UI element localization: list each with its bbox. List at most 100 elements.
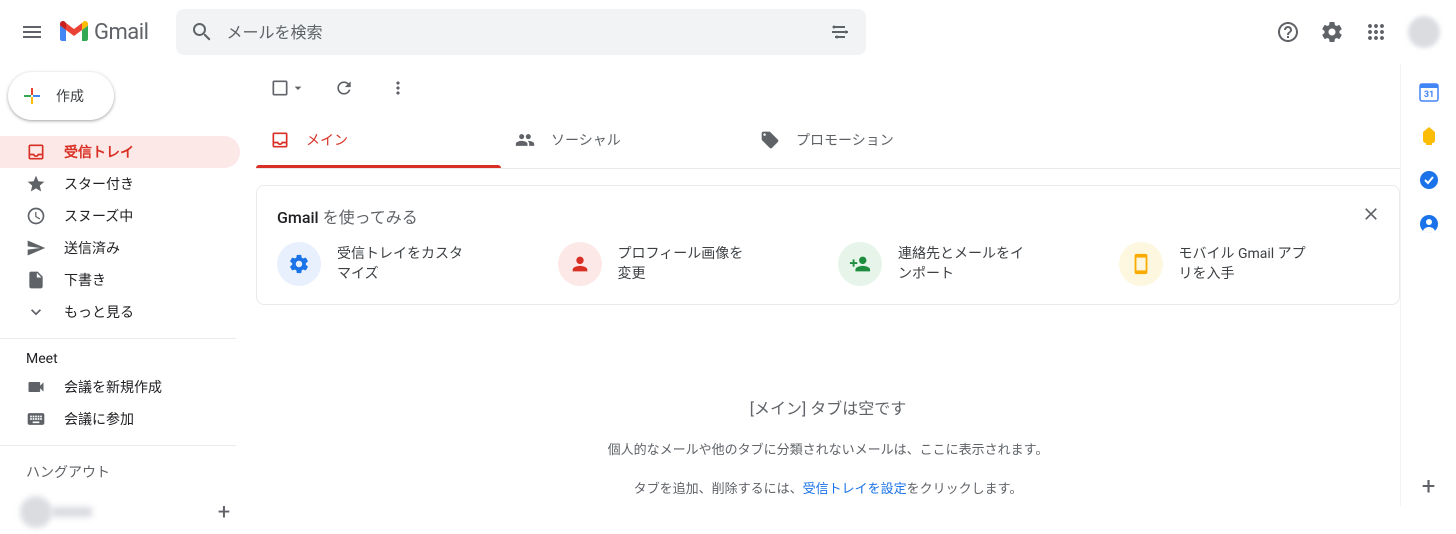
help-icon <box>1276 20 1300 44</box>
get-addons-button[interactable]: + <box>1409 466 1449 506</box>
sidebar-item-sent[interactable]: 送信済み <box>0 232 240 264</box>
main: メイン ソーシャル プロモーション Gmail を使ってみる 受信トレイをカスタ… <box>256 64 1400 506</box>
setup-close-button[interactable] <box>1357 200 1385 228</box>
setup-profile-image[interactable]: プロフィール画像を変更 <box>558 242 819 286</box>
send-icon <box>26 238 46 258</box>
gear-icon <box>277 242 321 286</box>
refresh-button[interactable] <box>324 68 364 108</box>
hangout-section-label: ハングアウト <box>0 446 256 490</box>
video-icon <box>26 377 46 397</box>
sidebar-item-starred[interactable]: スター付き <box>0 168 240 200</box>
search-options-icon[interactable] <box>820 12 860 52</box>
empty-line-1: 個人的なメールや他のタブに分類されないメールは、ここに表示されます。 <box>256 439 1400 458</box>
menu-icon <box>20 20 44 44</box>
compose-button[interactable]: 作成 <box>8 72 114 120</box>
sidebar-item-drafts[interactable]: 下書き <box>0 264 240 296</box>
category-tabs: メイン ソーシャル プロモーション <box>256 112 1400 169</box>
setup-mobile-app[interactable]: モバイル Gmail アプリを入手 <box>1119 242 1380 286</box>
main-menu-button[interactable] <box>8 8 56 56</box>
keyboard-icon <box>26 409 46 429</box>
apps-icon <box>1364 20 1388 44</box>
phone-icon <box>1119 242 1163 286</box>
more-icon <box>388 78 408 98</box>
sidebar-item-label: スター付き <box>64 174 134 194</box>
sidebar-item-label: 受信トレイ <box>64 142 134 162</box>
setup-title: Gmail を使ってみる <box>277 204 1379 228</box>
meet-join[interactable]: 会議に参加 <box>0 403 240 435</box>
refresh-icon <box>334 78 354 98</box>
plus-icon <box>20 84 44 108</box>
tab-label: メイン <box>306 130 348 150</box>
tab-label: プロモーション <box>796 130 894 150</box>
sidebar-item-snoozed[interactable]: スヌーズ中 <box>0 200 240 232</box>
contacts-icon <box>1419 214 1439 234</box>
person-icon <box>558 242 602 286</box>
setup-customize-inbox[interactable]: 受信トレイをカスタマイズ <box>277 242 538 286</box>
gmail-logo-text: Gmail <box>94 20 148 45</box>
toolbar <box>256 64 1400 112</box>
support-button[interactable] <box>1268 12 1308 52</box>
tab-label: ソーシャル <box>551 130 621 150</box>
setup-import[interactable]: 連絡先とメールをインポート <box>838 242 1099 286</box>
inbox-icon <box>270 130 290 150</box>
checkbox-icon <box>270 78 290 98</box>
tab-social[interactable]: ソーシャル <box>501 112 746 168</box>
setup-card: Gmail を使ってみる 受信トレイをカスタマイズ プロフィール画像を変更 連絡… <box>256 185 1400 305</box>
calendar-icon: 31 <box>1419 82 1439 102</box>
search-input[interactable] <box>222 23 820 42</box>
side-panel: 31 + <box>1400 64 1456 506</box>
meet-item-label: 会議に参加 <box>64 409 134 429</box>
settings-button[interactable] <box>1312 12 1352 52</box>
meet-item-label: 会議を新規作成 <box>64 377 162 397</box>
chevron-down-icon <box>290 80 306 96</box>
sidebar: 作成 受信トレイ スター付き スヌーズ中 送信済み 下書き もっと見る Meet… <box>0 64 256 506</box>
person-add-icon <box>838 242 882 286</box>
tab-primary[interactable]: メイン <box>256 112 501 168</box>
meet-new-meeting[interactable]: 会議を新規作成 <box>0 371 240 403</box>
header: Gmail <box>0 0 1456 64</box>
sidebar-item-label: 送信済み <box>64 238 120 258</box>
setup-item-text: プロフィール画像を変更 <box>618 244 748 284</box>
inbox-icon <box>26 142 46 162</box>
search-bar[interactable] <box>176 9 866 55</box>
sidebar-item-label: もっと見る <box>64 302 134 322</box>
tab-promotions[interactable]: プロモーション <box>746 112 991 168</box>
empty-line-2: タブを追加、削除するには、受信トレイを設定をクリックします。 <box>256 478 1400 497</box>
file-icon <box>26 270 46 290</box>
setup-item-text: モバイル Gmail アプリを入手 <box>1179 244 1309 284</box>
header-right <box>1268 12 1448 52</box>
meet-section-label: Meet <box>0 339 256 371</box>
gmail-logo[interactable]: Gmail <box>60 20 148 45</box>
sidebar-item-inbox[interactable]: 受信トレイ <box>0 136 240 168</box>
tag-icon <box>760 130 780 150</box>
hangout-name-redacted <box>52 507 92 517</box>
sidebar-item-label: スヌーズ中 <box>64 206 133 226</box>
sidebar-item-label: 下書き <box>64 270 106 290</box>
people-icon <box>515 130 535 150</box>
apps-button[interactable] <box>1356 12 1396 52</box>
chevron-down-icon <box>26 302 46 322</box>
keep-addon[interactable] <box>1419 126 1439 146</box>
setup-items: 受信トレイをカスタマイズ プロフィール画像を変更 連絡先とメールをインポート モ… <box>277 242 1379 286</box>
setup-item-text: 連絡先とメールをインポート <box>898 244 1028 284</box>
gear-icon <box>1320 20 1344 44</box>
select-all-checkbox[interactable] <box>266 74 310 102</box>
hangout-row: + <box>0 490 256 534</box>
keep-icon <box>1419 126 1439 146</box>
contacts-addon[interactable] <box>1419 214 1439 234</box>
clock-icon <box>26 206 46 226</box>
hangout-add-button[interactable]: + <box>212 500 236 524</box>
inbox-settings-link[interactable]: 受信トレイを設定 <box>803 482 907 497</box>
search-icon[interactable] <box>182 12 222 52</box>
star-icon <box>26 174 46 194</box>
tasks-addon[interactable] <box>1419 170 1439 190</box>
tasks-icon <box>1419 170 1439 190</box>
gmail-logo-icon <box>60 21 88 43</box>
hangout-avatar[interactable] <box>20 496 52 528</box>
calendar-addon[interactable]: 31 <box>1419 82 1439 102</box>
account-avatar[interactable] <box>1408 16 1440 48</box>
sidebar-item-more[interactable]: もっと見る <box>0 296 240 328</box>
empty-title: [メイン] タブは空です <box>256 395 1400 419</box>
empty-state: [メイン] タブは空です 個人的なメールや他のタブに分類されないメールは、ここに… <box>256 395 1400 497</box>
more-button[interactable] <box>378 68 418 108</box>
